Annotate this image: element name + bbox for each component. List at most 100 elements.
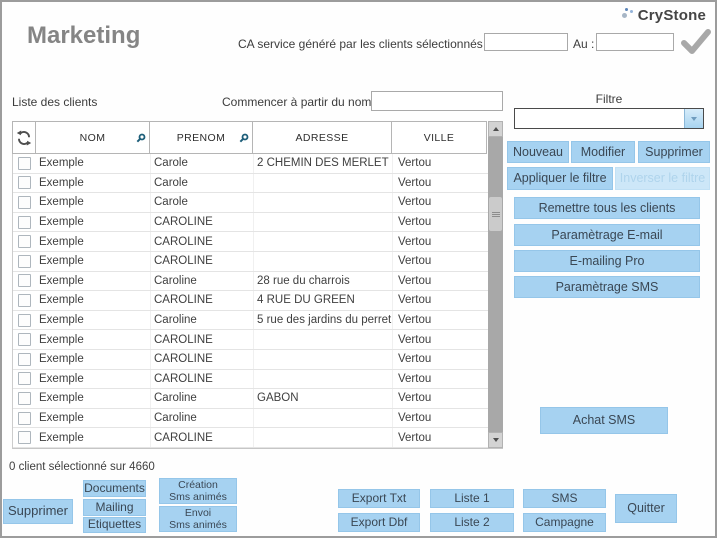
search-icon[interactable] bbox=[239, 133, 249, 143]
inverser-le-filtre-button[interactable]: Inverser le filtre bbox=[615, 167, 710, 190]
column-header-prenom[interactable]: PRENOM bbox=[150, 121, 253, 154]
modifier-button[interactable]: Modifier bbox=[571, 141, 635, 163]
table-row[interactable]: Exemple Caroline GABON Vertou bbox=[13, 389, 488, 409]
export-dbf-button[interactable]: Export Dbf bbox=[338, 513, 420, 532]
table-row[interactable]: Exemple CAROLINE Vertou bbox=[13, 370, 488, 390]
table-row[interactable]: Exemple CAROLINE Vertou bbox=[13, 330, 488, 350]
scrollbar-thumb[interactable] bbox=[489, 197, 502, 231]
start-from-input[interactable] bbox=[371, 91, 503, 111]
export-txt-button[interactable]: Export Txt bbox=[338, 489, 420, 508]
row-checkbox[interactable] bbox=[18, 412, 31, 425]
chevron-down-icon[interactable] bbox=[684, 109, 703, 128]
cell-nom: Exemple bbox=[37, 154, 151, 173]
creation-sms-animes-button[interactable]: Création Sms animés bbox=[159, 478, 237, 504]
remettre-tous-les-clients-button[interactable]: Remettre tous les clients bbox=[514, 197, 700, 219]
cell-ville: Vertou bbox=[393, 291, 488, 310]
cell-ville: Vertou bbox=[393, 370, 488, 389]
column-header-adresse[interactable]: ADRESSE bbox=[253, 121, 392, 154]
refresh-icon[interactable] bbox=[15, 129, 33, 147]
row-checkbox[interactable] bbox=[18, 333, 31, 346]
row-checkbox[interactable] bbox=[18, 235, 31, 248]
list-label: Liste des clients bbox=[12, 95, 97, 109]
cell-adresse bbox=[254, 193, 393, 212]
filter-combobox[interactable] bbox=[514, 108, 704, 129]
scrollbar-track[interactable] bbox=[488, 137, 503, 432]
scroll-down-button[interactable] bbox=[488, 432, 503, 448]
cell-adresse bbox=[254, 428, 393, 447]
cell-adresse: 4 RUE DU GREEN bbox=[254, 291, 393, 310]
row-checkbox[interactable] bbox=[18, 274, 31, 287]
table-row[interactable]: Exemple CAROLINE 4 RUE DU GREEN Vertou bbox=[13, 291, 488, 311]
cell-prenom: Carole bbox=[151, 193, 254, 212]
ca-from-input[interactable] bbox=[484, 33, 568, 51]
liste-1-button[interactable]: Liste 1 bbox=[430, 489, 514, 508]
refresh-header-cell[interactable] bbox=[12, 121, 36, 154]
sms-button[interactable]: SMS bbox=[523, 489, 606, 508]
campagne-button[interactable]: Campagne bbox=[523, 513, 606, 532]
row-checkbox[interactable] bbox=[18, 216, 31, 229]
row-checkbox[interactable] bbox=[18, 372, 31, 385]
supprimer-filtre-button[interactable]: Supprimer bbox=[638, 141, 710, 163]
cell-ville: Vertou bbox=[393, 311, 488, 330]
table-row[interactable]: Exemple Carole Vertou bbox=[13, 193, 488, 213]
parametrage-sms-button[interactable]: Paramètrage SMS bbox=[514, 276, 700, 298]
cell-adresse bbox=[254, 252, 393, 271]
column-header-nom[interactable]: NOM bbox=[36, 121, 150, 154]
etiquettes-button[interactable]: Etiquettes bbox=[83, 517, 146, 533]
liste-2-button[interactable]: Liste 2 bbox=[430, 513, 514, 532]
table-row[interactable]: Exemple Caroline 28 rue du charrois Vert… bbox=[13, 272, 488, 292]
table-row[interactable]: Exemple Carole Vertou bbox=[13, 174, 488, 194]
table-scrollbar[interactable] bbox=[488, 121, 503, 448]
ca-to-input[interactable] bbox=[596, 33, 674, 51]
page-title: Marketing bbox=[27, 22, 140, 50]
cell-prenom: Caroline bbox=[151, 272, 254, 291]
brand: CryStone bbox=[621, 7, 706, 24]
table-row[interactable]: Exemple CAROLINE Vertou bbox=[13, 213, 488, 233]
cell-ville: Vertou bbox=[393, 409, 488, 428]
table-row[interactable]: Exemple CAROLINE Vertou bbox=[13, 428, 488, 448]
table-row[interactable]: Exemple Carole 2 CHEMIN DES MERLET Verto… bbox=[13, 154, 488, 174]
column-header-ville[interactable]: VILLE bbox=[392, 121, 487, 154]
quitter-button[interactable]: Quitter bbox=[615, 494, 677, 523]
emailing-pro-button[interactable]: E-mailing Pro bbox=[514, 250, 700, 272]
cell-adresse: 5 rue des jardins du perret bbox=[254, 311, 393, 330]
table-row[interactable]: Exemple CAROLINE Vertou bbox=[13, 232, 488, 252]
cell-prenom: CAROLINE bbox=[151, 213, 254, 232]
row-checkbox[interactable] bbox=[18, 294, 31, 307]
parametrage-email-button[interactable]: Paramètrage E-mail bbox=[514, 224, 700, 246]
column-header-prenom-label: PRENOM bbox=[177, 132, 226, 144]
supprimer-button[interactable]: Supprimer bbox=[3, 499, 73, 524]
row-checkbox[interactable] bbox=[18, 353, 31, 366]
cell-adresse bbox=[254, 330, 393, 349]
envoi-sms-animes-button[interactable]: Envoi Sms animés bbox=[159, 506, 237, 532]
cell-prenom: Carole bbox=[151, 154, 254, 173]
cell-ville: Vertou bbox=[393, 213, 488, 232]
nouveau-button[interactable]: Nouveau bbox=[507, 141, 569, 163]
documents-button[interactable]: Documents bbox=[83, 480, 146, 497]
table-row[interactable]: Exemple Caroline 5 rue des jardins du pe… bbox=[13, 311, 488, 331]
row-checkbox-cell bbox=[13, 174, 37, 193]
row-checkbox[interactable] bbox=[18, 431, 31, 444]
table-row[interactable]: Exemple CAROLINE Vertou bbox=[13, 350, 488, 370]
table-header: NOM PRENOM ADRESSE VILLE bbox=[13, 121, 503, 154]
row-checkbox[interactable] bbox=[18, 392, 31, 405]
mailing-button[interactable]: Mailing bbox=[83, 499, 146, 516]
table-row[interactable]: Exemple Caroline Vertou bbox=[13, 409, 488, 429]
cell-nom: Exemple bbox=[37, 330, 151, 349]
checkmark-icon[interactable] bbox=[680, 28, 712, 56]
row-checkbox[interactable] bbox=[18, 176, 31, 189]
search-icon[interactable] bbox=[136, 133, 146, 143]
row-checkbox[interactable] bbox=[18, 196, 31, 209]
marketing-window: CryStone Marketing CA service généré par… bbox=[0, 0, 717, 538]
cell-nom: Exemple bbox=[37, 232, 151, 251]
row-checkbox[interactable] bbox=[18, 255, 31, 268]
scroll-up-button[interactable] bbox=[488, 121, 503, 137]
appliquer-le-filtre-button[interactable]: Appliquer le filtre bbox=[507, 167, 613, 190]
row-checkbox[interactable] bbox=[18, 157, 31, 170]
start-from-label: Commencer à partir du nom : bbox=[222, 95, 378, 109]
row-checkbox[interactable] bbox=[18, 314, 31, 327]
cell-prenom: CAROLINE bbox=[151, 232, 254, 251]
cell-ville: Vertou bbox=[393, 252, 488, 271]
table-row[interactable]: Exemple CAROLINE Vertou bbox=[13, 252, 488, 272]
achat-sms-button[interactable]: Achat SMS bbox=[540, 407, 668, 434]
